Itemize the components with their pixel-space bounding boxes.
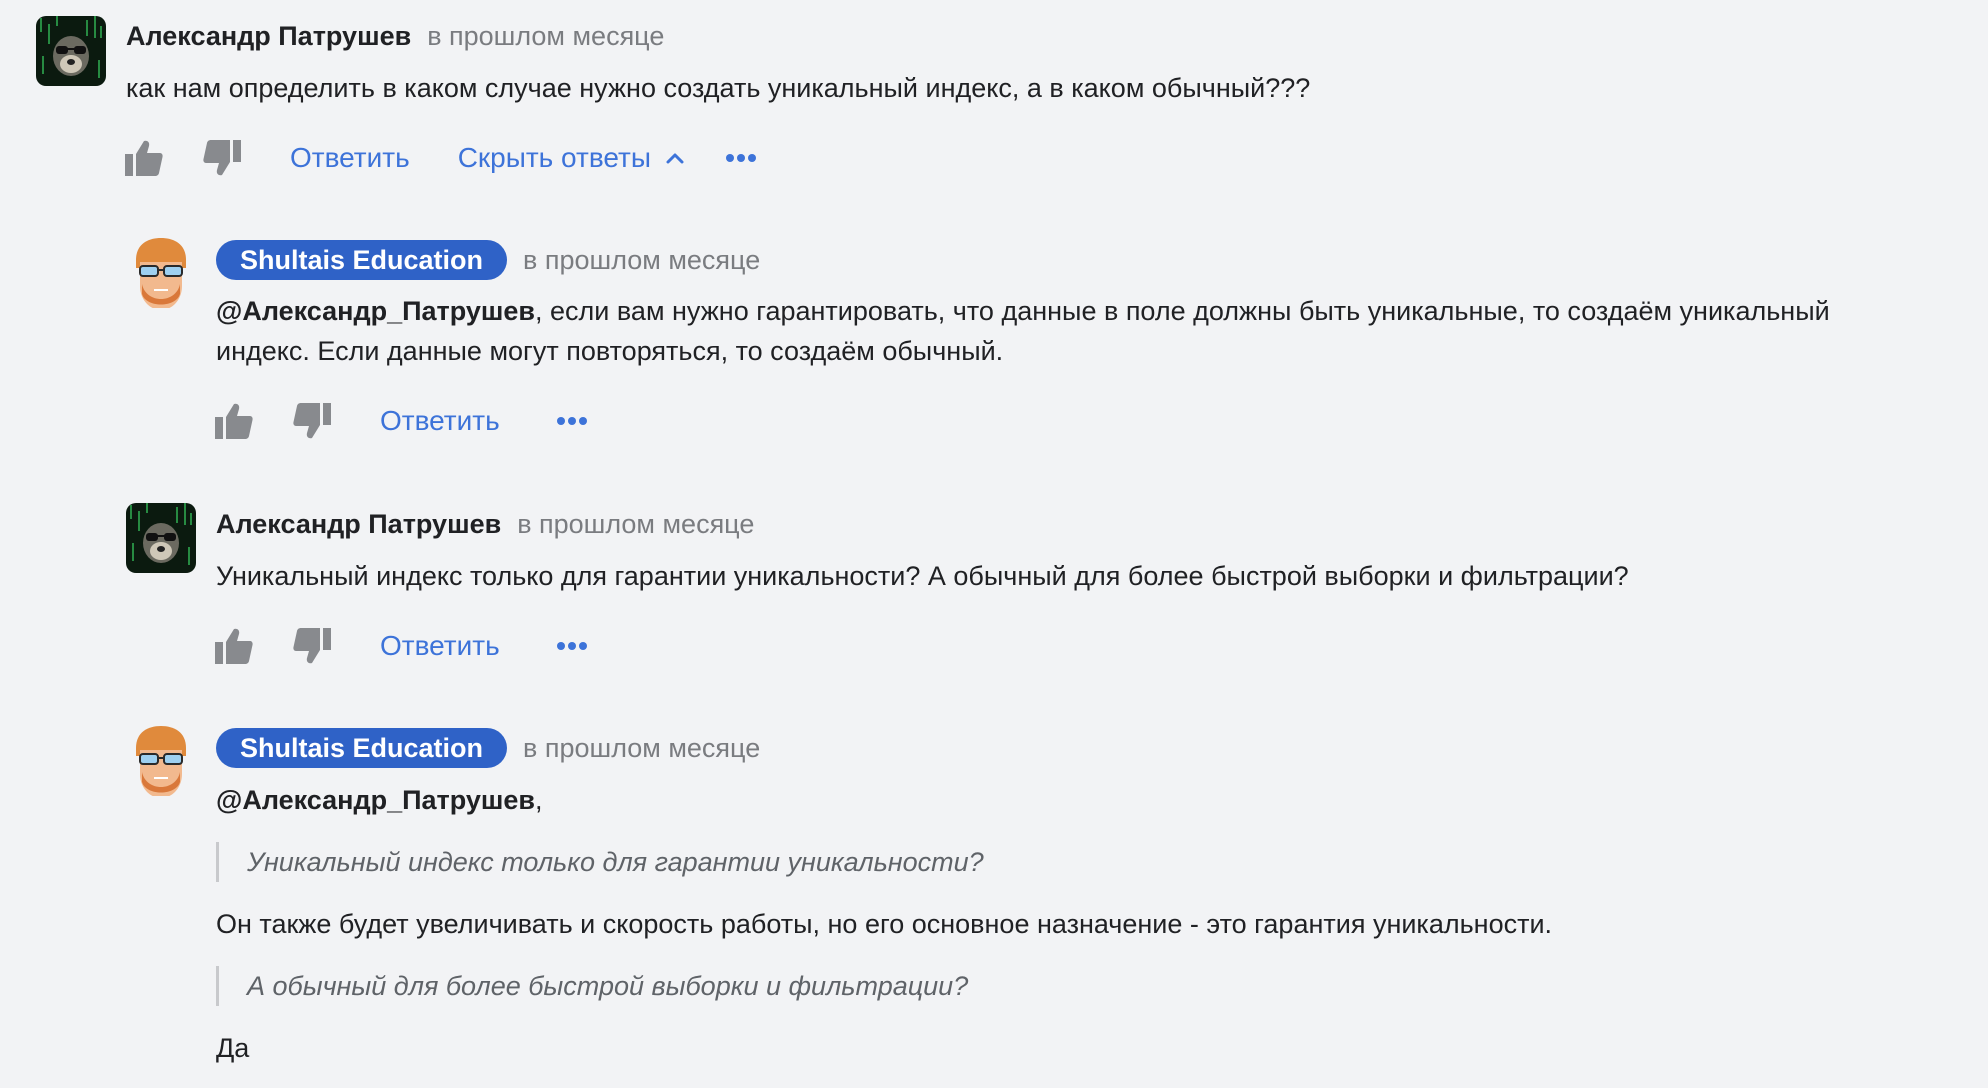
- more-horizontal-icon: [556, 642, 587, 650]
- dislike-button[interactable]: [292, 628, 332, 664]
- dislike-button[interactable]: [292, 403, 332, 439]
- author-avatar[interactable]: [126, 726, 196, 796]
- comment-text-line: , если вам нужно гарантировать, что данн…: [535, 296, 1830, 326]
- like-button[interactable]: [214, 403, 254, 439]
- reply-button[interactable]: Ответить: [290, 142, 410, 174]
- more-horizontal-icon: [725, 154, 756, 162]
- mention-suffix: ,: [535, 785, 543, 815]
- hide-replies-button[interactable]: Скрыть ответы: [458, 142, 685, 174]
- user-avatar[interactable]: [36, 16, 106, 86]
- reply-button[interactable]: Ответить: [380, 630, 500, 662]
- comment-actions: Ответить Скрыть ответы: [124, 133, 757, 183]
- author-badge[interactable]: Shultais Education: [216, 240, 508, 280]
- more-horizontal-icon: [556, 417, 587, 425]
- like-button[interactable]: [124, 140, 164, 176]
- dislike-button[interactable]: [202, 140, 242, 176]
- comment-timestamp[interactable]: в прошлом месяце: [523, 245, 760, 276]
- thumbs-up-icon: [215, 403, 253, 439]
- user-avatar[interactable]: [126, 503, 196, 573]
- comment-author[interactable]: Александр Патрушев: [126, 21, 411, 52]
- user-mention[interactable]: @Александр_Патрушев: [216, 296, 535, 326]
- thumbs-up-icon: [125, 140, 163, 176]
- comment-text: @Александр_Патрушев,: [216, 780, 543, 820]
- comment-timestamp[interactable]: в прошлом месяце: [517, 509, 754, 540]
- comment-text: как нам определить в каком случае нужно …: [126, 73, 1311, 103]
- comments-thread: Александр Патрушев в прошлом месяце как …: [0, 0, 1988, 1088]
- comment-actions: Ответить: [214, 621, 588, 671]
- more-button[interactable]: [725, 153, 757, 163]
- blockquote: Уникальный индекс только для гарантии ун…: [216, 842, 984, 882]
- comment-text: Он также будет увеличивать и скорость ра…: [216, 909, 1553, 939]
- like-button[interactable]: [214, 628, 254, 664]
- hide-replies-label: Скрыть ответы: [457, 142, 651, 173]
- comment-timestamp[interactable]: в прошлом месяце: [427, 21, 664, 52]
- more-button[interactable]: [556, 641, 588, 651]
- chevron-up-icon: [666, 153, 684, 164]
- comment-actions: Ответить: [214, 396, 588, 446]
- thumbs-down-icon: [293, 403, 331, 439]
- author-avatar[interactable]: [126, 238, 196, 308]
- more-button[interactable]: [556, 416, 588, 426]
- blockquote: А обычный для более быстрой выборки и фи…: [216, 966, 968, 1006]
- comment-author[interactable]: Александр Патрушев: [216, 509, 501, 540]
- comment-text: Да: [216, 1033, 250, 1063]
- comment-timestamp[interactable]: в прошлом месяце: [523, 733, 760, 764]
- thumbs-down-icon: [293, 628, 331, 664]
- thumbs-down-icon: [203, 140, 241, 176]
- comment-text: @Александр_Патрушев, если вам нужно гара…: [216, 291, 1976, 371]
- comment-text-line: индекс. Если данные могут повторяться, т…: [216, 336, 1004, 366]
- author-badge[interactable]: Shultais Education: [216, 728, 508, 768]
- user-mention[interactable]: @Александр_Патрушев: [216, 785, 535, 815]
- comment-text: Уникальный индекс только для гарантии ун…: [216, 561, 1629, 591]
- thumbs-up-icon: [215, 628, 253, 664]
- reply-button[interactable]: Ответить: [380, 405, 500, 437]
